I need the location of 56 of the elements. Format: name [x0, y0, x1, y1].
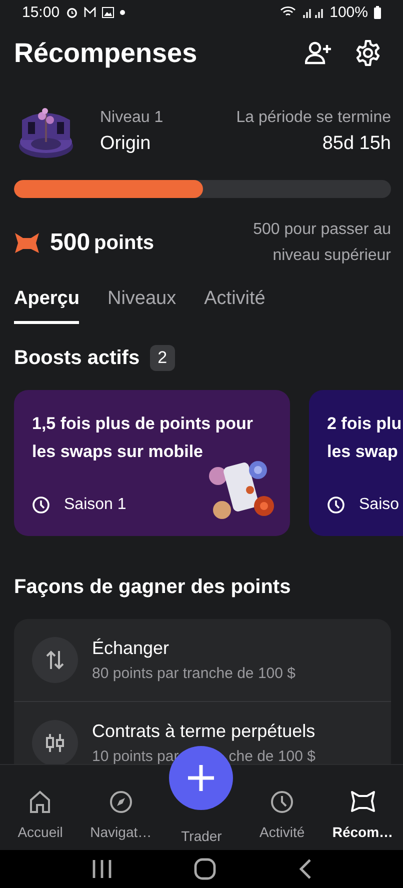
- boost-title: les swap: [327, 441, 399, 463]
- boost-title: 1,5 fois plus de points pour: [32, 413, 254, 435]
- earn-rate: 10 points par: [92, 748, 179, 764]
- page-title: Récompenses: [14, 38, 198, 68]
- recent-apps-icon[interactable]: [90, 859, 113, 879]
- section-title: Façons de gagner des points: [13, 576, 292, 599]
- candlestick-icon: [45, 733, 65, 753]
- nav-item[interactable]: Trader: [161, 828, 242, 840]
- count-badge: 2: [150, 345, 176, 371]
- rewards-icon: [14, 232, 40, 254]
- status-time: 15:00: [22, 4, 60, 20]
- nav-item[interactable]: Navigat…: [80, 790, 162, 840]
- alarm-icon: [66, 6, 78, 18]
- nav-item[interactable]: Accueil: [0, 790, 81, 840]
- tab[interactable]: Niveaux: [107, 284, 176, 324]
- signal-icon: [302, 6, 324, 18]
- wifi-icon: [280, 6, 296, 18]
- period-label: La période se termine: [236, 109, 391, 127]
- home-button-icon[interactable]: [194, 858, 216, 880]
- dot-icon: [120, 10, 125, 14]
- next-level-text: 500 pour passer au niveau supérieur: [252, 220, 391, 266]
- tier-name: Origin: [100, 133, 152, 155]
- section-title: Boosts actifs: [14, 346, 140, 370]
- points-unit: points: [94, 232, 154, 254]
- plus-icon: [186, 763, 216, 793]
- battery-level: 100%: [330, 4, 368, 20]
- earn-rate: 80 points par tranche de 100 $: [92, 665, 296, 682]
- boost-card[interactable]: 1,5 fois plus de points pour les swaps sur mobile Saison 1: [14, 390, 290, 536]
- mail-icon: [84, 6, 96, 18]
- rewards-icon: [350, 790, 376, 814]
- boost-title: 2 fois plu: [327, 413, 403, 435]
- earn-title: Contrats à terme perpétuels: [92, 721, 316, 742]
- boost-title: les swaps sur mobile: [32, 441, 204, 463]
- season-label: Saison 1: [64, 496, 126, 514]
- swap-arrows-icon: [45, 649, 65, 671]
- period-value: 85d 15h: [322, 133, 391, 155]
- settings-icon[interactable]: [355, 40, 381, 66]
- add-person-icon[interactable]: [305, 41, 333, 65]
- clock-icon: [327, 496, 345, 514]
- battery-icon: [374, 6, 381, 18]
- points-total: 500: [50, 229, 90, 257]
- compass-icon: [108, 790, 133, 814]
- nav-item[interactable]: Récom…: [322, 790, 403, 840]
- boost-card[interactable]: 2 fois plu les swap Saiso: [309, 390, 403, 536]
- home-icon: [28, 790, 52, 814]
- earn-title: Échanger: [92, 638, 170, 659]
- season-label: Saiso: [359, 496, 400, 514]
- clock-icon: [32, 496, 50, 514]
- tab[interactable]: Aperçu: [14, 284, 80, 324]
- clock-icon: [270, 790, 294, 814]
- tier-label: Niveau 1: [100, 109, 164, 127]
- back-icon[interactable]: [298, 858, 312, 880]
- image-icon: [102, 6, 114, 18]
- earn-rate: che de 100 $: [228, 748, 316, 764]
- tab[interactable]: Activité: [204, 284, 266, 324]
- nav-item[interactable]: Activité: [242, 790, 322, 840]
